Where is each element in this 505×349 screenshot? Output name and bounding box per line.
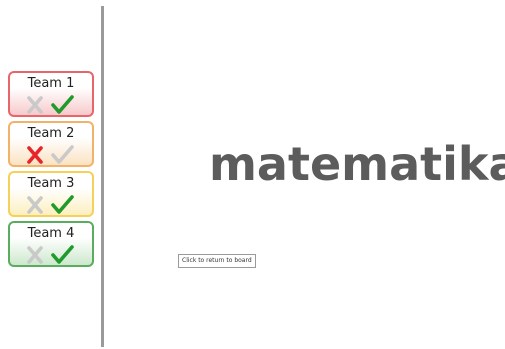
team-marks	[26, 194, 82, 216]
x-icon[interactable]	[26, 94, 44, 116]
sidebar-divider	[101, 6, 104, 347]
x-icon[interactable]	[26, 244, 44, 266]
logo: matematika	[209, 137, 505, 191]
team-list: Team 1 Team 2 Team 3 Team 4	[8, 71, 94, 271]
app-window: Team 1 Team 2 Team 3 Team 4 matematika C…	[0, 0, 505, 349]
team-name: Team 3	[27, 176, 75, 191]
team-card-1: Team 1	[8, 71, 94, 117]
team-card-4: Team 4	[8, 221, 94, 267]
check-icon[interactable]	[50, 244, 74, 266]
x-icon[interactable]	[26, 144, 44, 166]
check-icon[interactable]	[50, 94, 74, 116]
check-icon[interactable]	[50, 144, 74, 166]
return-to-board-button[interactable]: Click to return to board	[178, 254, 256, 268]
team-name: Team 4	[27, 226, 75, 241]
team-card-2: Team 2	[8, 121, 94, 167]
team-marks	[26, 94, 82, 116]
team-card-3: Team 3	[8, 171, 94, 217]
team-marks	[26, 244, 82, 266]
check-icon[interactable]	[50, 194, 74, 216]
team-name: Team 2	[27, 126, 75, 141]
x-icon[interactable]	[26, 194, 44, 216]
team-name: Team 1	[27, 76, 75, 91]
team-marks	[26, 144, 82, 166]
